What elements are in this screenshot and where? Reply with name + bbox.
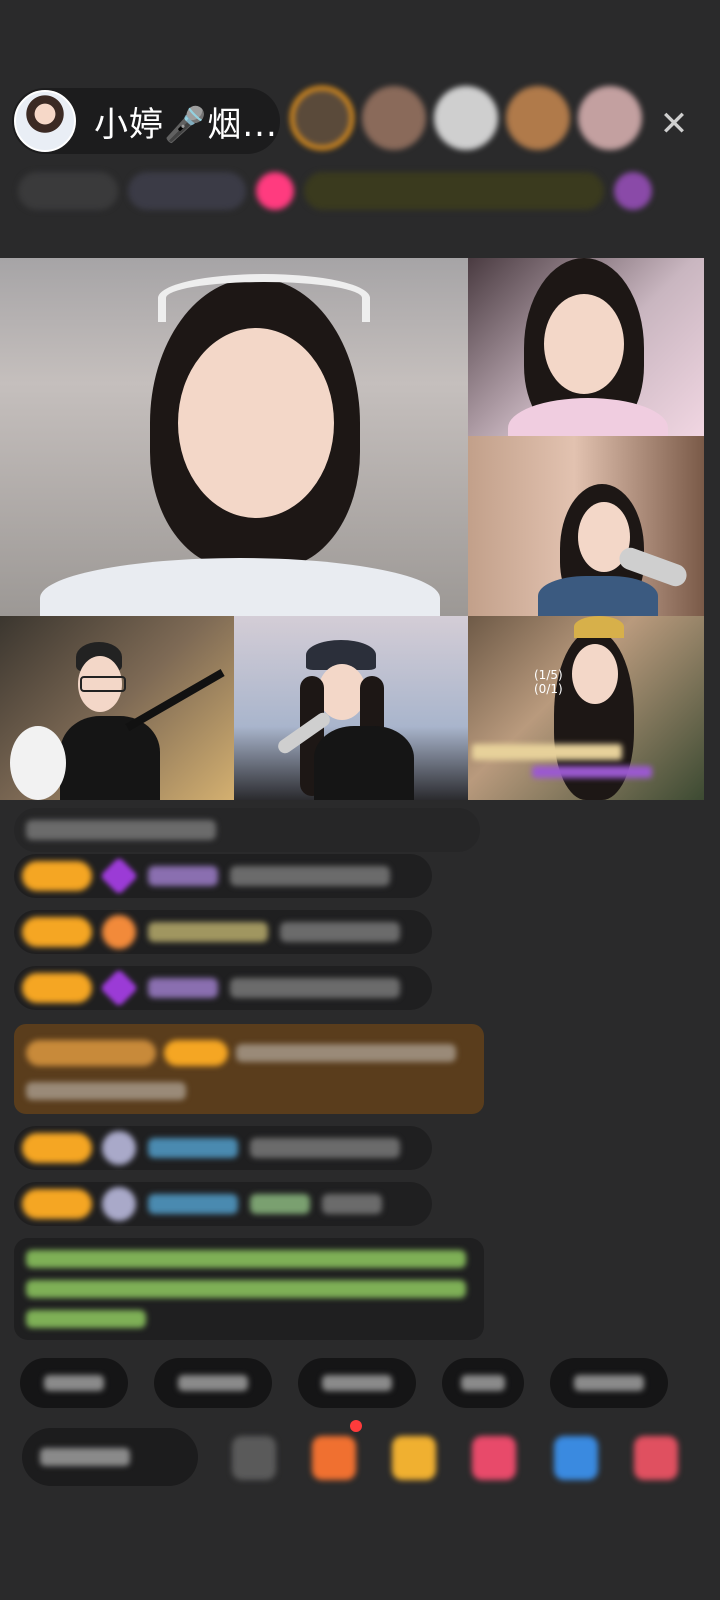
hot-chip[interactable] [128,172,246,210]
system-notice [14,1238,484,1340]
chat-message[interactable] [14,1126,432,1170]
gem-icon [99,968,139,1008]
emoji-icon[interactable] [232,1436,276,1480]
viewer-avatar[interactable] [290,86,354,150]
chat-message[interactable] [14,966,432,1010]
main-video-host[interactable] [0,258,468,616]
treasure-icon[interactable] [392,1436,436,1480]
task-progress-2: (0/1) [534,682,563,696]
chat-message[interactable] [14,808,480,852]
level-badge [22,861,92,891]
chat-message[interactable] [14,854,432,898]
guest-video-1[interactable] [468,258,704,436]
gift-box-icon[interactable] [312,1436,356,1480]
gem-icon [99,856,139,896]
host-info-pill[interactable]: 小婷🎤烟... [12,88,280,154]
follow-icon[interactable] [256,172,294,210]
guest-video-2[interactable] [468,436,704,616]
viewer-avatar[interactable] [578,86,642,150]
host-name: 小婷🎤烟... [94,104,278,145]
quick-reply-chip[interactable] [20,1358,128,1408]
chat-message[interactable] [14,910,432,954]
quick-reply-chip[interactable] [442,1358,524,1408]
more-gifts-icon[interactable] [634,1436,678,1480]
user-avatar [102,1131,136,1165]
gift-icon[interactable] [614,172,652,210]
host-avatar[interactable] [14,90,76,152]
fan-badge-icon [102,915,136,949]
quick-reply-chip[interactable] [298,1358,416,1408]
comment-input[interactable] [22,1428,198,1486]
quick-reply-chip[interactable] [154,1358,272,1408]
guest-video-3[interactable] [0,616,234,800]
quick-reply-row [20,1358,668,1408]
quick-reply-chip[interactable] [550,1358,668,1408]
task-progress-1: (1/5) [534,668,563,682]
level-badge [22,1133,92,1163]
overlay-text-purple [532,766,652,778]
level-badge [22,1189,92,1219]
heart-icon[interactable] [472,1436,516,1480]
chat-message[interactable] [14,1182,432,1226]
guest-video-4[interactable] [234,616,468,800]
guest-video-5[interactable]: (1/5) (0/1) [468,616,704,800]
rank-chip[interactable] [18,172,118,210]
marquee-banner [304,172,604,210]
top-viewers [290,86,642,150]
viewer-avatar[interactable] [506,86,570,150]
game-icon[interactable] [554,1436,598,1480]
level-badge [22,917,92,947]
level-badge [22,973,92,1003]
entry-announcement[interactable] [14,1024,484,1114]
user-avatar [102,1187,136,1221]
overlay-banner [472,744,622,760]
viewer-avatar[interactable] [362,86,426,150]
room-info-row [18,172,652,210]
close-icon[interactable]: ✕ [654,104,694,144]
viewer-avatar[interactable] [434,86,498,150]
notification-dot [350,1420,362,1432]
